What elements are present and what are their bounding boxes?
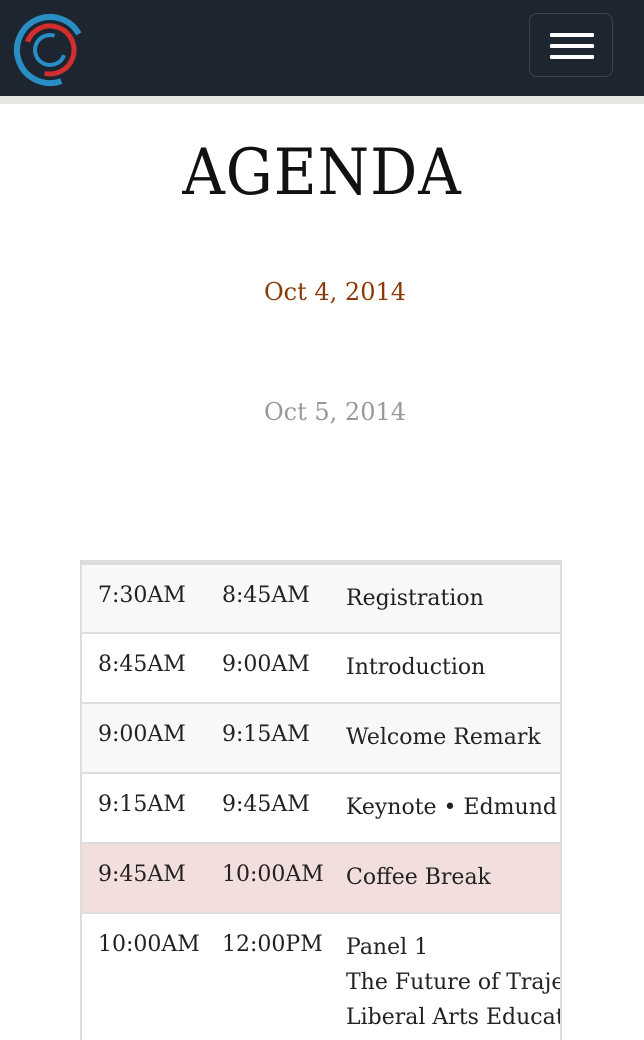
- end-time: 9:00AM: [222, 652, 310, 677]
- hamburger-bar: [550, 55, 594, 59]
- end-time: 9:45AM: [222, 792, 310, 817]
- start-time: 9:45AM: [98, 862, 186, 887]
- date-tab-oct-5[interactable]: Oct 5, 2014: [0, 398, 644, 426]
- session-title: Coffee Break: [346, 865, 491, 890]
- logo-icon[interactable]: [13, 13, 87, 87]
- top-navbar: [0, 0, 644, 96]
- agenda-row: 8:45AM 9:00AM Introduction: [82, 634, 560, 704]
- agenda-row: 9:00AM 9:15AM Welcome Remark: [82, 704, 560, 774]
- start-time: 9:00AM: [98, 722, 186, 747]
- end-time: 10:00AM: [222, 862, 324, 887]
- page-title: AGENDA: [182, 136, 462, 210]
- date-tab-oct-4[interactable]: Oct 4, 2014: [0, 278, 644, 306]
- session-title-line: The Future of Traje: [346, 970, 562, 995]
- end-time: 8:45AM: [222, 583, 310, 608]
- session-title: Welcome Remark: [346, 725, 541, 750]
- agenda-row: 9:15AM 9:45AM Keynote • Edmund: [82, 774, 560, 844]
- start-time: 9:15AM: [98, 792, 186, 817]
- start-time: 7:30AM: [98, 583, 186, 608]
- session-title: Registration: [346, 586, 484, 611]
- agenda-row: 7:30AM 8:45AM Registration: [82, 562, 560, 634]
- navbar-divider: [0, 96, 644, 104]
- session-title: Introduction: [346, 655, 486, 680]
- end-time: 9:15AM: [222, 722, 310, 747]
- agenda-table: 7:30AM 8:45AM Registration 8:45AM 9:00AM…: [80, 560, 562, 1040]
- session-title[interactable]: Keynote • Edmund: [346, 790, 557, 825]
- session-title[interactable]: Panel 1 The Future of Traje Liberal Arts…: [346, 930, 562, 1035]
- agenda-row: 10:00AM 12:00PM Panel 1 The Future of Tr…: [82, 914, 560, 1040]
- menu-toggle-button[interactable]: [529, 13, 613, 77]
- session-title-line: Panel 1: [346, 935, 429, 960]
- end-time: 12:00PM: [222, 932, 323, 957]
- hamburger-bar: [550, 44, 594, 48]
- hamburger-menu-icon: [550, 33, 594, 37]
- agenda-row-break: 9:45AM 10:00AM Coffee Break: [82, 844, 560, 914]
- start-time: 10:00AM: [98, 932, 200, 957]
- start-time: 8:45AM: [98, 652, 186, 677]
